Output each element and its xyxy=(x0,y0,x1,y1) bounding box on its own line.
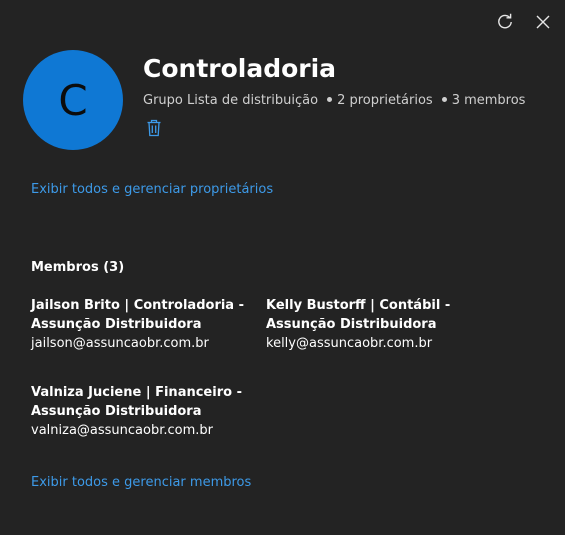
member-name: Jailson Brito | Controladoria - Assunção… xyxy=(31,298,245,332)
manage-owners-link[interactable]: Exibir todos e gerenciar proprietários xyxy=(31,182,273,197)
member-card[interactable]: Kelly Bustorff | Contábil - Assunção Dis… xyxy=(266,296,506,353)
trash-icon[interactable] xyxy=(146,118,162,138)
avatar: C xyxy=(23,50,123,150)
members-count: 3 membros xyxy=(451,93,526,108)
group-card: C Controladoria Grupo Lista de distribui… xyxy=(0,0,565,535)
owners-count: 2 proprietários xyxy=(337,93,433,108)
member-email: kelly@assuncaobr.com.br xyxy=(266,336,433,351)
group-meta: Grupo Lista de distribuição 2 proprietár… xyxy=(143,93,525,108)
refresh-icon[interactable] xyxy=(495,12,515,32)
separator-dot xyxy=(441,97,447,102)
member-card[interactable]: Jailson Brito | Controladoria - Assunção… xyxy=(31,296,246,353)
separator-dot xyxy=(327,97,333,102)
manage-members-link[interactable]: Exibir todos e gerenciar membros xyxy=(31,475,251,490)
member-card[interactable]: Valniza Juciene | Financeiro - Assunção … xyxy=(31,383,246,440)
member-email: valniza@assuncaobr.com.br xyxy=(31,423,213,438)
close-icon[interactable] xyxy=(533,12,553,32)
group-title: Controladoria xyxy=(143,54,337,83)
member-name: Valniza Juciene | Financeiro - Assunção … xyxy=(31,385,242,419)
top-actions xyxy=(495,12,553,32)
members-heading: Membros (3) xyxy=(31,260,125,275)
member-email: jailson@assuncaobr.com.br xyxy=(31,336,209,351)
group-type: Grupo Lista de distribuição xyxy=(143,93,319,108)
member-name: Kelly Bustorff | Contábil - Assunção Dis… xyxy=(266,298,451,332)
